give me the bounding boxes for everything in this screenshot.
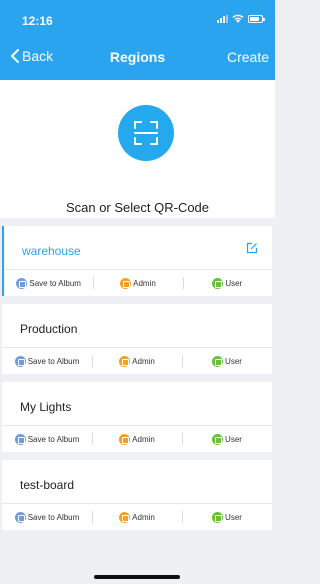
user-label: User [225,434,242,444]
user-icon [212,277,224,289]
region-name: test-board [20,478,75,492]
battery-icon [248,15,265,23]
create-button[interactable]: Create [227,49,269,65]
region-card-my-lights[interactable]: My Lights Save to Album Admin User [2,382,272,452]
status-bar: 12:16 [0,0,275,40]
user-label: User [225,278,243,288]
album-icon [14,355,26,367]
region-name: Production [20,322,78,336]
admin-icon [119,511,131,523]
scan-qr-button[interactable] [118,105,174,161]
user-icon [212,433,224,445]
save-label: Save to Album [27,434,80,444]
region-name: My Lights [20,400,72,414]
save-to-album-button[interactable]: Save to Album [4,270,93,296]
nav-bar: Back Regions Create [0,40,275,76]
admin-label: Admin [132,512,155,522]
admin-button[interactable]: Admin [93,270,182,296]
admin-label: Admin [132,434,155,444]
admin-label: Admin [132,356,155,366]
status-time: 12:16 [22,14,53,28]
user-button[interactable]: User [182,270,272,296]
user-button[interactable]: User [182,504,272,530]
save-label: Save to Album [27,512,80,522]
scan-qr-icon [134,121,158,145]
region-card-production[interactable]: Production Save to Album Admin User [2,304,272,374]
admin-label: Admin [133,278,156,288]
header: 12:16 Back Regions Create [0,0,275,80]
admin-icon [119,355,131,367]
album-icon [14,433,26,445]
user-label: User [225,356,242,366]
scan-label: Scan or Select QR-Code [65,200,210,215]
save-to-album-button[interactable]: Save to Album [2,504,92,530]
admin-icon [119,433,131,445]
user-label: User [225,512,242,522]
save-to-album-button[interactable]: Save to Album [2,426,92,452]
status-icons [217,14,265,24]
home-indicator [94,575,180,579]
save-to-album-button[interactable]: Save to Album [2,348,92,374]
admin-icon [120,277,132,289]
save-label: Save to Album [27,356,80,366]
user-icon [212,355,224,367]
save-label: Save to Album [29,278,81,288]
region-actions: Save to Album Admin User [2,504,272,530]
album-icon [14,511,26,523]
user-button[interactable]: User [182,426,272,452]
region-actions: Save to Album Admin User [2,348,272,374]
admin-button[interactable]: Admin [92,348,182,374]
region-card-warehouse[interactable]: warehouse Save to Album Admin User [2,226,272,296]
album-icon [16,277,28,289]
region-name: warehouse [22,244,81,258]
signal-icon [217,15,228,23]
admin-button[interactable]: Admin [92,504,182,530]
wifi-icon [232,14,244,23]
admin-button[interactable]: Admin [92,426,182,452]
region-actions: Save to Album Admin User [2,426,272,452]
region-actions: Save to Album Admin User [4,270,272,296]
region-card-test-board[interactable]: test-board Save to Album Admin User [2,460,272,530]
user-icon [212,511,224,523]
user-button[interactable]: User [182,348,272,374]
edit-icon[interactable] [246,242,258,254]
